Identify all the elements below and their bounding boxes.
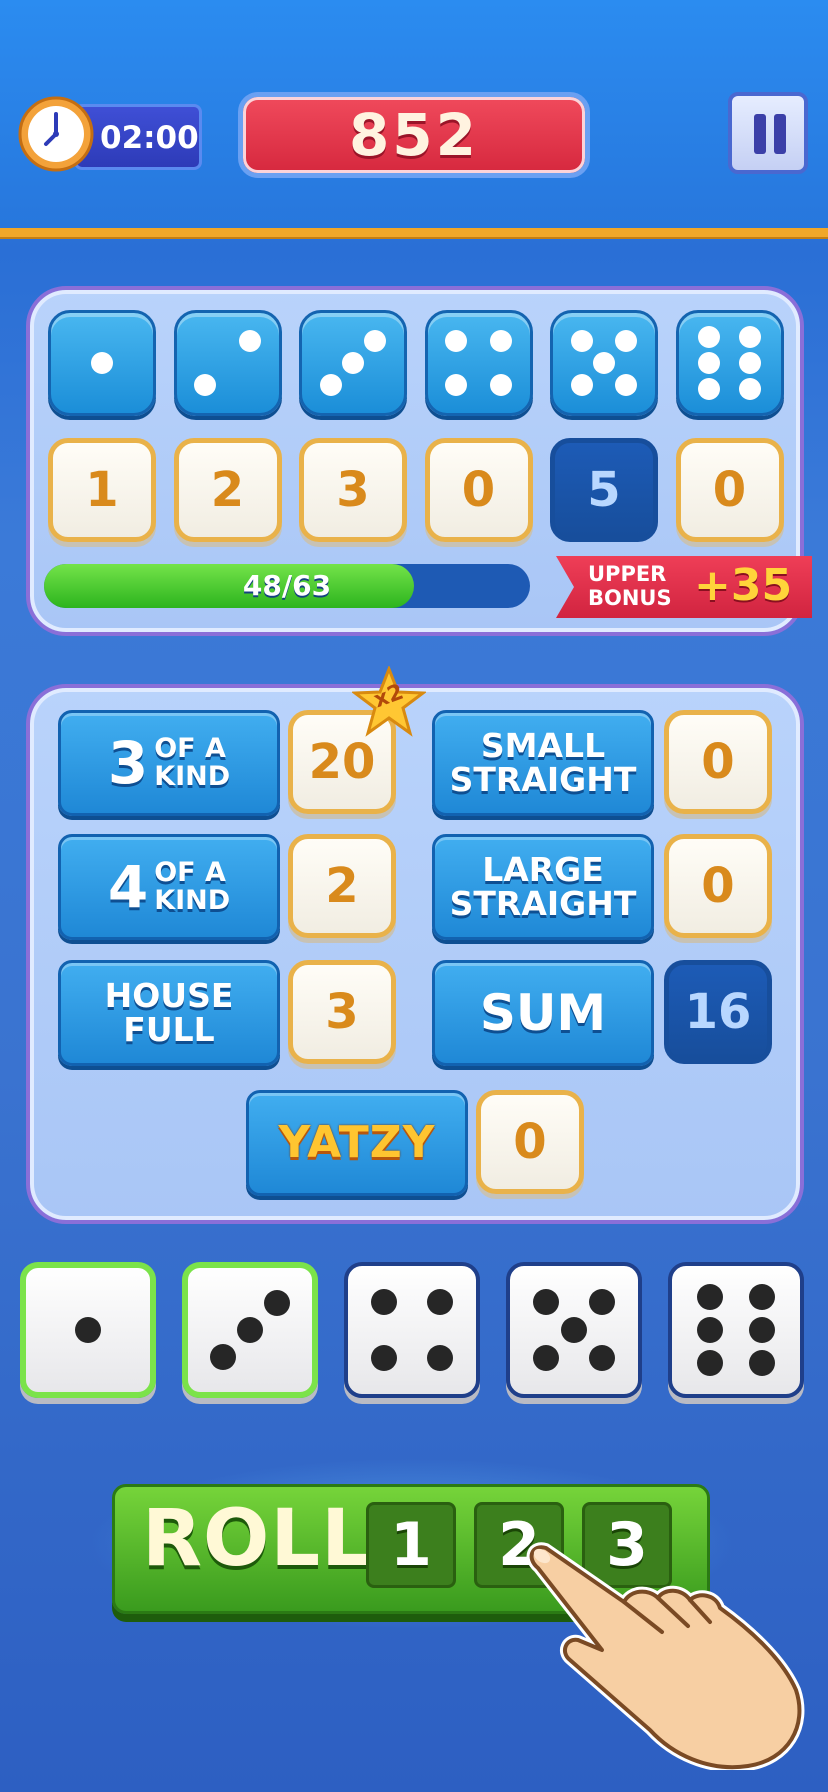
- pip: [342, 352, 364, 374]
- pip: [570, 374, 593, 396]
- pip: [445, 374, 468, 396]
- sum-label-box: SUM: [432, 960, 654, 1066]
- pip: [738, 326, 761, 348]
- held-die[interactable]: [182, 1262, 318, 1398]
- die-pip: [748, 1317, 775, 1343]
- upper-die-six: [675, 310, 784, 416]
- die-pip: [237, 1317, 263, 1343]
- die-pip: [697, 1317, 724, 1343]
- pip: [615, 374, 638, 396]
- small-straight-line-2: STRAIGHT: [449, 760, 637, 799]
- pip: [319, 374, 342, 396]
- pip: [698, 326, 721, 348]
- pause-icon: [754, 114, 766, 154]
- upper-bonus-label: UPPER BONUS: [588, 562, 672, 610]
- four-kind-number: 4: [107, 853, 149, 921]
- pip: [489, 330, 512, 352]
- die-pip: [697, 1350, 724, 1377]
- pip: [445, 330, 468, 352]
- die-pip: [589, 1345, 616, 1372]
- yatzy-button[interactable]: YATZY: [246, 1090, 468, 1196]
- die-pip: [697, 1283, 724, 1310]
- die-pip: [748, 1350, 775, 1377]
- die-pip: [589, 1288, 616, 1315]
- pip: [238, 330, 261, 352]
- pip: [489, 374, 512, 396]
- three-of-a-kind-button[interactable]: 3 OF A KIND: [58, 710, 280, 816]
- house-full-line-2: FULL: [123, 1010, 215, 1049]
- pip: [738, 378, 761, 400]
- die-pip: [75, 1317, 101, 1343]
- progress-label: 48/63: [242, 569, 332, 602]
- upper-die-four: [424, 310, 533, 416]
- house-full-button[interactable]: HOUSE FULL: [58, 960, 280, 1066]
- pip: [570, 330, 593, 352]
- die-pip: [427, 1288, 454, 1315]
- roll-counter-1: 1: [366, 1502, 456, 1588]
- large-straight-button[interactable]: LARGE STRAIGHT: [432, 834, 654, 940]
- die-pip: [532, 1345, 559, 1372]
- four-kind-kind: KIND: [154, 885, 231, 916]
- timer-text: 02:00: [100, 120, 199, 156]
- four-kind-score[interactable]: 2: [288, 834, 396, 938]
- pointing-hand-icon: [526, 1542, 805, 1770]
- pip: [91, 352, 113, 374]
- upper-die-five: [550, 310, 658, 416]
- upper-score-five[interactable]: 5: [550, 438, 658, 542]
- die-pip: [370, 1345, 397, 1372]
- pip: [698, 378, 721, 400]
- large-straight-line-2: STRAIGHT: [449, 884, 637, 923]
- upper-die-one: [48, 310, 156, 416]
- small-straight-score[interactable]: 0: [664, 710, 772, 814]
- die-pip: [561, 1317, 587, 1343]
- held-die[interactable]: [20, 1262, 156, 1398]
- die[interactable]: [668, 1262, 804, 1398]
- die[interactable]: [506, 1262, 642, 1398]
- clock-icon: [18, 96, 94, 172]
- score-value: 852: [348, 101, 480, 169]
- four-kind-of-a: OF A: [154, 857, 226, 888]
- die-pip: [209, 1344, 236, 1371]
- pip: [593, 352, 615, 374]
- pip: [194, 374, 217, 396]
- three-kind-of-a: OF A: [154, 733, 226, 764]
- die-pip: [532, 1288, 559, 1315]
- three-kind-kind: KIND: [154, 761, 231, 792]
- pause-icon-bar: [774, 114, 786, 154]
- die-pip: [748, 1283, 775, 1310]
- pip: [615, 330, 638, 352]
- die[interactable]: [344, 1262, 480, 1398]
- bonus-progress-bar: 48/63: [44, 564, 530, 608]
- upper-die-three: [299, 310, 407, 416]
- upper-die-two: [173, 310, 282, 416]
- upper-score-three[interactable]: 3: [299, 438, 407, 542]
- upper-bonus-value: +35: [694, 560, 793, 611]
- upper-score-two[interactable]: 2: [173, 438, 282, 542]
- yatzy-logo: YATZY: [278, 1117, 436, 1168]
- sum-label: SUM: [479, 984, 607, 1042]
- pause-button[interactable]: [728, 92, 808, 174]
- yatzy-score[interactable]: 0: [476, 1090, 584, 1194]
- pip: [698, 352, 721, 374]
- pip: [364, 330, 387, 352]
- three-kind-number: 3: [107, 729, 149, 797]
- large-straight-score[interactable]: 0: [664, 834, 772, 938]
- small-straight-button[interactable]: SMALL STRAIGHT: [432, 710, 654, 816]
- upper-score-six[interactable]: 0: [675, 438, 784, 542]
- score-display: 852: [238, 92, 590, 178]
- upper-score-four[interactable]: 0: [424, 438, 533, 542]
- pip: [738, 352, 761, 374]
- house-full-score[interactable]: 3: [288, 960, 396, 1064]
- die-pip: [264, 1289, 291, 1316]
- upper-score-one[interactable]: 1: [48, 438, 156, 542]
- roll-label: ROLL: [142, 1494, 372, 1584]
- header-divider: [0, 228, 828, 237]
- die-pip: [370, 1288, 397, 1315]
- die-pip: [427, 1345, 454, 1372]
- sum-value: 16: [664, 960, 772, 1064]
- four-of-a-kind-button[interactable]: 4 OF A KIND: [58, 834, 280, 940]
